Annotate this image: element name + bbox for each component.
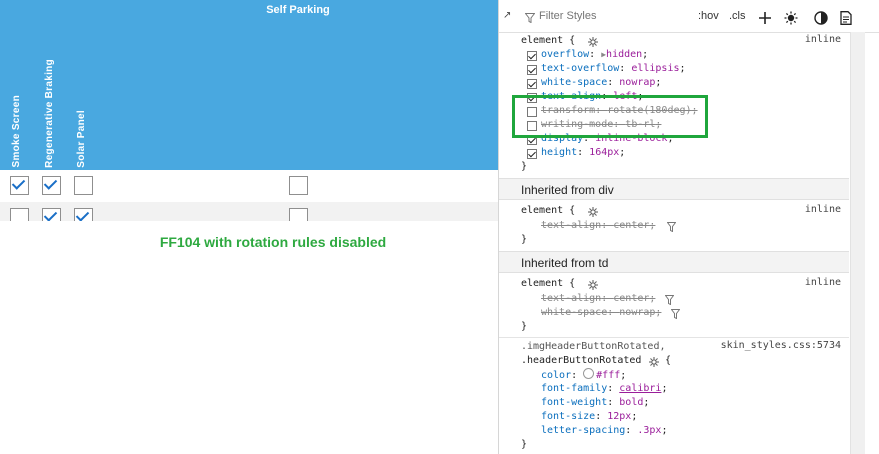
declaration-checkbox[interactable]	[527, 79, 537, 89]
rules-toolbar: ↗ :hov .cls	[499, 0, 879, 33]
declaration-font-size[interactable]: font-size: 12px;	[541, 410, 637, 424]
regenerative-braking-checkbox[interactable]	[42, 208, 61, 221]
rule-close-brace: }	[521, 234, 528, 245]
rule-selector-line-1: .imgHeaderButtonRotated,	[521, 341, 666, 352]
caption: FF104 with rotation rules disabled	[159, 234, 387, 250]
solar-panel-checkbox[interactable]	[74, 208, 93, 221]
rule-selector: element {	[521, 35, 576, 46]
declaration-font-family[interactable]: font-family: calibri;	[541, 382, 667, 396]
declaration-font-weight[interactable]: font-weight: bold;	[541, 396, 649, 410]
devtools-rules-panel: ↗ :hov .cls element {	[498, 0, 879, 454]
rule-source[interactable]: inline	[805, 34, 841, 45]
smoke-screen-checkbox[interactable]	[10, 208, 29, 221]
rule-close-brace: }	[521, 439, 528, 450]
rule-close-brace: }	[521, 321, 528, 332]
smoke-screen-checkbox[interactable]	[10, 176, 29, 195]
declaration-color[interactable]: color: #fff;	[541, 368, 626, 382]
inherited-div-rule: element { inline text-align: center; }	[499, 200, 849, 252]
table-body	[0, 170, 498, 221]
declaration-checkbox[interactable]	[527, 149, 537, 159]
filter-styles-input[interactable]	[539, 10, 689, 22]
column-header-regenerative-braking: Regenerative Braking	[44, 59, 55, 168]
declaration-checkbox[interactable]	[527, 65, 537, 75]
rule-close-brace: }	[521, 161, 528, 172]
color-swatch-icon[interactable]	[583, 368, 595, 379]
self-parking-header: Self Parking	[266, 4, 330, 16]
dark-theme-icon[interactable]	[814, 11, 828, 25]
column-header-solar-panel: Solar Panel	[76, 110, 87, 168]
regenerative-braking-checkbox[interactable]	[42, 176, 61, 195]
filter-rule-icon[interactable]	[665, 295, 674, 305]
table-row	[0, 202, 498, 221]
panel-divider-caret: ↗	[503, 10, 512, 21]
table-header: Self Parking Smoke Screen Regenerative B…	[0, 0, 498, 170]
light-theme-icon[interactable]	[784, 11, 798, 25]
class-rule: .imgHeaderButtonRotated, skin_styles.css…	[499, 337, 849, 454]
gear-icon[interactable]	[588, 280, 598, 290]
declaration-white-space-overridden[interactable]: white-space: nowrap;	[541, 306, 661, 320]
rule-source[interactable]: inline	[805, 204, 841, 215]
rule-selector: element {	[521, 205, 576, 216]
declaration-overflow[interactable]: overflow: ▶hidden;	[541, 48, 648, 62]
cls-button[interactable]: .cls	[729, 10, 746, 22]
rule-source-link[interactable]: skin_styles.css:5734	[721, 340, 841, 351]
column-header-smoke-screen: Smoke Screen	[11, 95, 22, 168]
rule-selector: element {	[521, 278, 576, 289]
declaration-height[interactable]: height: 164px;	[541, 146, 625, 160]
gear-icon[interactable]	[649, 357, 659, 367]
declaration-letter-spacing[interactable]: letter-spacing: .3px;	[541, 424, 667, 438]
declaration-text-align-overridden[interactable]: text-align: center;	[541, 219, 655, 233]
table-row	[0, 170, 498, 200]
rule-open-brace: {	[665, 355, 672, 366]
filter-rule-icon[interactable]	[671, 309, 680, 319]
declaration-text-overflow[interactable]: text-overflow: ellipsis;	[541, 62, 686, 76]
declaration-checkbox[interactable]	[527, 51, 537, 61]
inherited-td-rule: element { inline text-align: center; whi…	[499, 273, 849, 338]
self-parking-checkbox[interactable]	[289, 176, 308, 195]
print-media-icon[interactable]	[840, 11, 852, 25]
add-rule-icon[interactable]	[759, 12, 771, 24]
disabled-rules-highlight	[512, 95, 708, 138]
filter-rule-icon[interactable]	[667, 222, 676, 232]
gear-icon[interactable]	[588, 207, 598, 217]
inherited-from-div-header: Inherited from div	[499, 178, 849, 200]
declaration-white-space[interactable]: white-space: nowrap;	[541, 76, 661, 90]
gear-icon[interactable]	[588, 37, 598, 47]
page-preview: Self Parking Smoke Screen Regenerative B…	[0, 0, 498, 454]
solar-panel-checkbox[interactable]	[74, 176, 93, 195]
scrollbar[interactable]	[850, 32, 865, 454]
inherited-from-td-header: Inherited from td	[499, 251, 849, 273]
self-parking-checkbox[interactable]	[289, 208, 308, 221]
hov-button[interactable]: :hov	[698, 10, 719, 22]
rule-source[interactable]: inline	[805, 277, 841, 288]
filter-icon	[525, 13, 535, 23]
rule-selector-line-2: .headerButtonRotated	[521, 355, 642, 366]
declaration-text-align-overridden[interactable]: text-align: center;	[541, 292, 655, 306]
